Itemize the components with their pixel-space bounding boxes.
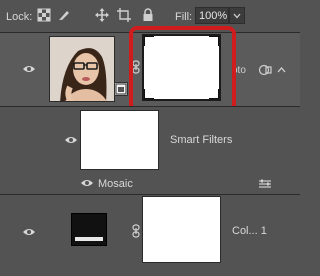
lock-image-pixels-icon[interactable]: [57, 8, 71, 22]
layer-name[interactable]: Col... 1: [232, 225, 267, 237]
lock-label: Lock:: [6, 11, 33, 23]
fill-layer-thumbnail[interactable]: [71, 213, 107, 246]
fill-layer-indicator: [75, 237, 103, 241]
mask-highlight-box: [129, 26, 236, 112]
smart-filters-toggle-icon[interactable]: [258, 64, 272, 76]
lock-all-icon[interactable]: [141, 8, 155, 22]
fill-layer-mask-thumbnail[interactable]: [142, 196, 221, 263]
eye-icon[interactable]: [22, 64, 36, 74]
eye-icon[interactable]: [64, 135, 78, 145]
link-chain-icon[interactable]: [132, 224, 140, 238]
layer-row-color-fill[interactable]: Col... 1: [0, 195, 300, 276]
lock-position-icon[interactable]: [95, 8, 109, 22]
filter-name[interactable]: Mosaic: [98, 178, 133, 190]
filter-row-mosaic[interactable]: Mosaic: [0, 170, 300, 194]
photo-woman-with-glasses-image: [50, 37, 114, 101]
lock-artboard-icon[interactable]: [117, 8, 131, 22]
smart-object-badge-icon: [114, 82, 128, 96]
layer-thumbnail-photo[interactable]: [49, 36, 115, 102]
smart-filters-mask-thumbnail[interactable]: [80, 110, 159, 170]
chevron-down-icon: [233, 13, 241, 19]
lock-transparent-pixels-icon[interactable]: [37, 8, 51, 22]
eye-icon[interactable]: [22, 227, 36, 237]
smart-filters-label: Smart Filters: [170, 134, 233, 146]
fill-input[interactable]: 100%: [195, 7, 229, 24]
fill-dropdown-button[interactable]: [229, 7, 245, 24]
layer-row-smart-filters[interactable]: Smart Filters: [0, 107, 300, 170]
chevron-up-icon[interactable]: [277, 66, 286, 73]
fill-label: Fill:: [175, 11, 193, 23]
filter-blending-options-icon[interactable]: [258, 179, 272, 189]
eye-icon[interactable]: [80, 178, 94, 188]
